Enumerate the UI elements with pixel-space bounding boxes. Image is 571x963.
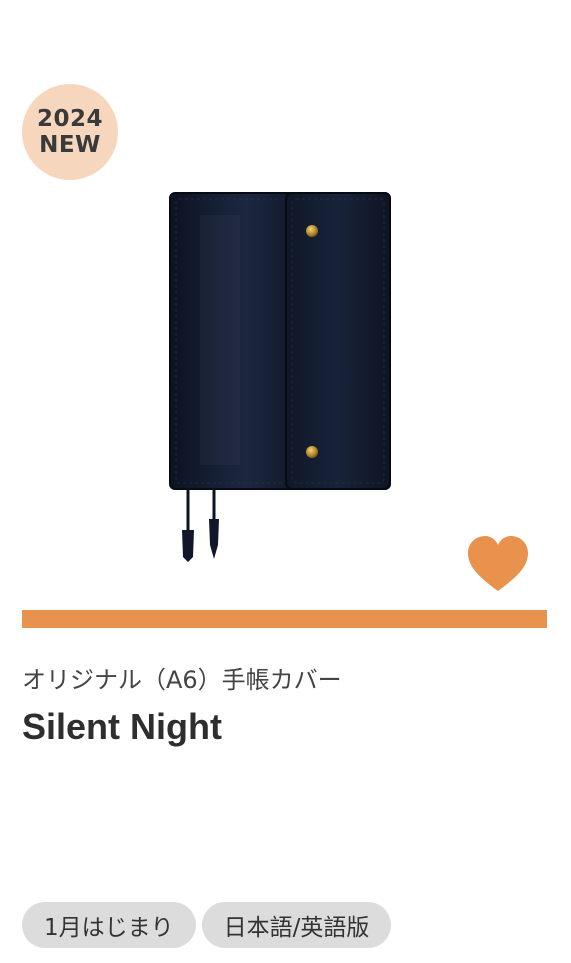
new-badge: 2024 NEW [22, 84, 118, 180]
tag-start-month[interactable]: 1月はじまり [22, 902, 196, 948]
badge-label: NEW [39, 132, 101, 158]
bookmark-tip-left [182, 530, 194, 562]
notebook-cover-image[interactable] [160, 185, 400, 570]
product-category: オリジナル（A6）手帳カバー [22, 666, 342, 694]
badge-year: 2024 [36, 106, 103, 132]
bottom-stud [306, 446, 318, 458]
bookmark-tip-right [209, 519, 219, 559]
product-card[interactable]: 2024 NEW オリジナル（A6）手帳カバー Silent Night 1月は… [0, 0, 571, 963]
product-name: Silent Night [22, 706, 222, 747]
tag-language[interactable]: 日本語/英語版 [201, 902, 392, 948]
color-swatch-bar [22, 610, 547, 628]
cover-highlight [200, 215, 240, 465]
favorite-heart-shape [468, 536, 528, 591]
heart-icon[interactable] [466, 535, 530, 593]
cover-flap [285, 192, 391, 490]
top-stud [306, 225, 318, 237]
tag-list: 1月はじまり 日本語/英語版 [22, 902, 392, 948]
